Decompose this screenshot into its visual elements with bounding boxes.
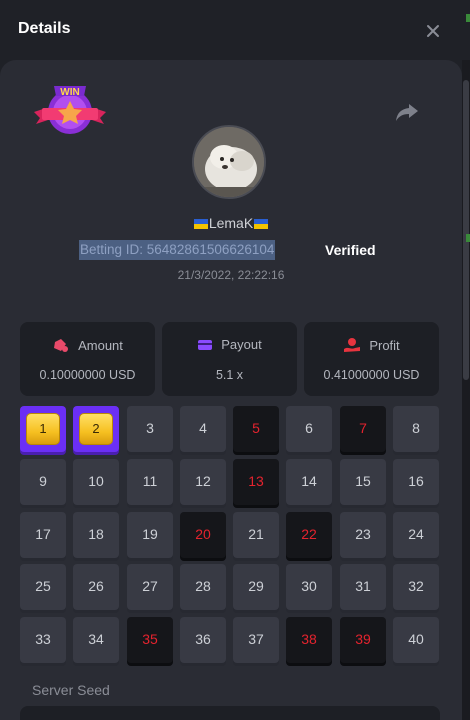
modal-title: Details	[18, 20, 71, 37]
number-tile[interactable]: 10	[73, 459, 119, 505]
payout-stat: Payout 5.1 x	[162, 322, 297, 396]
number-tile[interactable]: 33	[20, 617, 66, 663]
betting-id[interactable]: Betting ID: 5648286150662610‌4	[79, 240, 276, 260]
number-grid: 1 2 3 4 5 6 7 8 9 10 11 12 13 14 15 16 17 18 19 20 21 22 23 24 2…	[20, 406, 440, 663]
number-tile[interactable]: 38	[286, 617, 332, 663]
username-text: LemaK	[208, 215, 254, 231]
number-tile[interactable]: 16	[393, 459, 439, 505]
flag-icon	[193, 219, 208, 229]
number-tile[interactable]: 22	[286, 512, 332, 558]
number-tile[interactable]: 9	[20, 459, 66, 505]
number-tile[interactable]: 26	[73, 564, 119, 610]
server-seed-field[interactable]	[20, 706, 440, 720]
profit-value: 0.41000000 USD	[323, 368, 420, 382]
number-tile[interactable]: 35	[127, 617, 173, 663]
number-tile[interactable]: 11	[127, 459, 173, 505]
number-tile[interactable]: 6	[286, 406, 332, 452]
card-icon	[197, 337, 221, 352]
number-tile[interactable]: 17	[20, 512, 66, 558]
username: LemaK	[0, 215, 462, 231]
svg-text:WIN: WIN	[60, 87, 79, 98]
number-tile[interactable]: 12	[180, 459, 226, 505]
close-button[interactable]	[422, 20, 444, 42]
number-tile[interactable]: 18	[73, 512, 119, 558]
amount-stat: Amount 0.10000000 USD	[20, 322, 155, 396]
number-tile[interactable]: 3	[127, 406, 173, 452]
number-tile[interactable]: 13	[233, 459, 279, 505]
close-icon	[422, 20, 444, 42]
verified-link[interactable]: Verified	[325, 242, 376, 258]
profit-stat: Profit 0.41000000 USD	[304, 322, 439, 396]
number-tile[interactable]: 25	[20, 564, 66, 610]
number-tile[interactable]: 29	[233, 564, 279, 610]
bet-timestamp: 21/3/2022, 22:22:16	[177, 268, 285, 282]
hand-coin-icon	[343, 338, 369, 353]
money-bag-icon	[52, 338, 78, 353]
amount-value: 0.10000000 USD	[39, 368, 136, 382]
amount-label: Amount	[78, 338, 123, 353]
number-tile[interactable]: 4	[180, 406, 226, 452]
number-tile[interactable]: 31	[340, 564, 386, 610]
scrollbar[interactable]	[462, 60, 470, 720]
number-tile[interactable]: 37	[233, 617, 279, 663]
profit-label: Profit	[369, 338, 400, 353]
number-tile[interactable]: 19	[127, 512, 173, 558]
scrollbar-thumb[interactable]	[463, 80, 469, 380]
number-tile[interactable]: 36	[180, 617, 226, 663]
number-tile[interactable]: 21	[233, 512, 279, 558]
server-seed-label: Server Seed	[32, 682, 110, 698]
number-tile[interactable]: 30	[286, 564, 332, 610]
number-tile[interactable]: 24	[393, 512, 439, 558]
payout-label: Payout	[221, 337, 262, 352]
number-tile[interactable]: 28	[180, 564, 226, 610]
share-button[interactable]	[394, 100, 420, 124]
payout-value: 5.1 x	[215, 368, 244, 382]
details-modal: Details WIN LemaK Betting ID: 5648286150…	[0, 0, 470, 720]
number-tile[interactable]: 15	[340, 459, 386, 505]
flag-icon	[254, 219, 269, 229]
number-tile[interactable]: 39	[340, 617, 386, 663]
number-tile[interactable]: 8	[393, 406, 439, 452]
number-tile[interactable]: 1	[20, 406, 66, 452]
avatar	[192, 125, 266, 199]
number-tile[interactable]: 14	[286, 459, 332, 505]
number-tile[interactable]: 20	[180, 512, 226, 558]
number-tile[interactable]: 23	[340, 512, 386, 558]
number-tile[interactable]: 7	[340, 406, 386, 452]
number-tile[interactable]: 32	[393, 564, 439, 610]
gem-icon: 2	[79, 413, 113, 445]
share-icon	[394, 104, 420, 128]
gem-icon: 1	[26, 413, 60, 445]
modal-header: Details	[0, 0, 470, 60]
number-tile[interactable]: 34	[73, 617, 119, 663]
win-badge-icon: WIN	[30, 82, 110, 144]
number-tile[interactable]: 2	[73, 406, 119, 452]
number-tile[interactable]: 5	[233, 406, 279, 452]
number-tile[interactable]: 27	[127, 564, 173, 610]
number-tile[interactable]: 40	[393, 617, 439, 663]
